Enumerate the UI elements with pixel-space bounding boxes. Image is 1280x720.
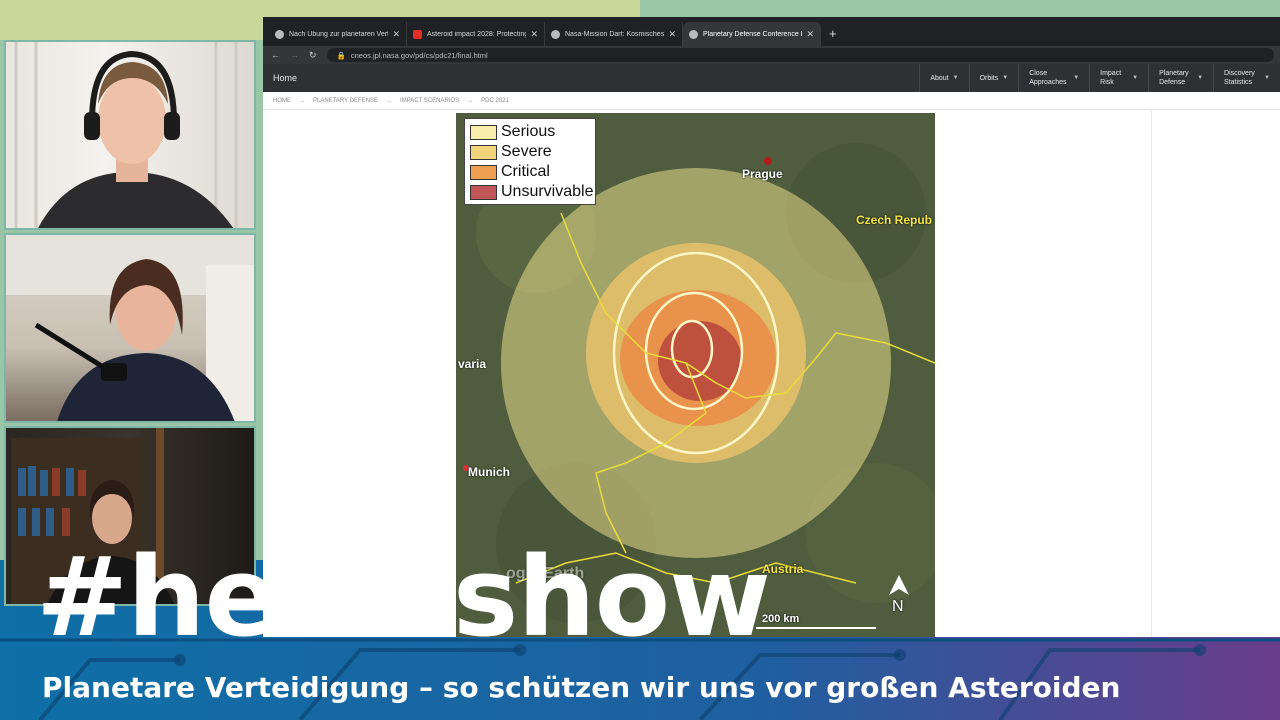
- site-navbar: Home About ▼ Orbits ▼ Close Approaches ▼ Im…: [263, 64, 1280, 92]
- tab-1[interactable]: Nach Übung zur planetaren Vert ✕: [269, 22, 407, 46]
- breadcrumb: HOME → PLANETARY DEFENSE → IMPACT SCENARIO…: [263, 92, 1280, 110]
- map-label-munich: Munich: [468, 465, 510, 479]
- webcam-host-1: [4, 40, 256, 230]
- legend-swatch: [470, 184, 497, 200]
- legend-label: Unsurvivable: [501, 183, 594, 200]
- breadcrumb-item[interactable]: PLANETARY DEFENSE: [313, 98, 378, 104]
- legend-label: Critical: [501, 163, 550, 180]
- show-headline: #heiseshow: [36, 533, 771, 661]
- nav-label: Discovery Statistics: [1224, 70, 1255, 86]
- nav-label: Close Approaches: [1029, 70, 1067, 86]
- globe-icon: [551, 29, 560, 39]
- breadcrumb-separator: →: [386, 97, 393, 104]
- legend-item: Severe: [470, 142, 590, 162]
- new-tab-button[interactable]: +: [821, 26, 845, 46]
- url-text: cneos.jpl.nasa.gov/pd/cs/pdc21/final.htm…: [350, 50, 488, 60]
- close-tab-icon[interactable]: ✕: [392, 29, 400, 40]
- legend-item: Unsurvivable: [470, 182, 594, 202]
- breadcrumb-item: PDC 2021: [481, 97, 509, 104]
- breadcrumb-separator: →: [467, 97, 474, 104]
- nav-label: Orbits: [979, 74, 999, 82]
- reload-icon[interactable]: ↻: [309, 50, 317, 61]
- address-bar[interactable]: 🔒 cneos.jpl.nasa.gov/pd/cs/pdc21/final.h…: [326, 48, 1274, 62]
- forward-icon[interactable]: →: [290, 50, 299, 60]
- back-icon[interactable]: ←: [271, 50, 280, 60]
- map-label-czech: Czech Repub: [856, 213, 933, 227]
- nav-orbits[interactable]: Orbits ▼: [968, 64, 1019, 92]
- nav-label: Planetary Defense: [1159, 70, 1189, 86]
- webcam-host-2: [4, 233, 256, 423]
- show-subtitle: Planetare Verteidigung – so schützen wir…: [42, 671, 1121, 704]
- legend-swatch: [470, 164, 497, 180]
- nav-label: About: [930, 74, 949, 82]
- lock-icon: 🔒: [336, 50, 346, 60]
- youtube-icon: [413, 29, 422, 39]
- nav-close-approaches[interactable]: Close Approaches ▼: [1018, 64, 1089, 92]
- tab-title: Planetary Defense Conference Ex: [703, 30, 803, 38]
- breadcrumb-item[interactable]: HOME: [273, 98, 291, 104]
- caret-down-icon: ▼: [1132, 74, 1139, 81]
- close-tab-icon[interactable]: ✕: [668, 29, 676, 40]
- nav-impact-risk[interactable]: Impact Risk ▼: [1089, 64, 1148, 92]
- tab-4[interactable]: Planetary Defense Conference Ex ✕: [683, 22, 821, 46]
- tab-bar: Nach Übung zur planetaren Vert ✕ Asteroi…: [263, 17, 1280, 46]
- map-label-bavaria: varia: [458, 357, 487, 371]
- tab-3[interactable]: Nasa-Mission Dart: Kosmisches B ✕: [545, 22, 683, 46]
- home-link[interactable]: Home: [273, 73, 919, 83]
- legend-item: Serious: [470, 122, 590, 142]
- tab-2[interactable]: Asteroid impact 2028: Protecting ✕: [407, 22, 545, 46]
- breadcrumb-item[interactable]: IMPACT SCENARIOS: [400, 98, 459, 104]
- close-tab-icon[interactable]: ✕: [806, 29, 814, 40]
- tab-title: Asteroid impact 2028: Protecting: [427, 30, 527, 38]
- legend-swatch: [470, 144, 497, 160]
- globe-icon: [689, 29, 698, 39]
- nav-about[interactable]: About ▼: [919, 64, 968, 92]
- person-microphone-image: [6, 235, 254, 421]
- breadcrumb-separator: →: [299, 97, 305, 104]
- globe-icon: [275, 29, 284, 39]
- legend-label: Severe: [501, 143, 552, 160]
- nav-discovery-statistics[interactable]: Discovery Statistics ▼: [1213, 64, 1280, 92]
- legend-label: Serious: [501, 123, 556, 140]
- legend-item: Critical: [470, 162, 590, 182]
- legend-swatch: [470, 124, 497, 140]
- north-label: N: [892, 598, 904, 615]
- caret-down-icon: ▼: [952, 74, 959, 81]
- nav-label: Impact Risk: [1100, 70, 1122, 86]
- map-label-prague: Prague: [742, 167, 783, 181]
- map-legend: Serious Severe Critical Unsurvivable: [464, 118, 596, 205]
- caret-down-icon: ▼: [1002, 74, 1009, 81]
- tab-title: Nach Übung zur planetaren Vert: [289, 30, 389, 38]
- person-headphones-image: [14, 42, 238, 228]
- tab-title: Nasa-Mission Dart: Kosmisches B: [565, 30, 665, 38]
- caret-down-icon: ▼: [1073, 74, 1080, 81]
- caret-down-icon: ▼: [1264, 74, 1270, 81]
- sidebar-divider: [1151, 110, 1152, 637]
- caret-down-icon: ▼: [1197, 74, 1204, 81]
- address-toolbar: ← → ↻ 🔒 cneos.jpl.nasa.gov/pd/cs/pdc21/f…: [263, 46, 1280, 64]
- close-tab-icon[interactable]: ✕: [530, 29, 538, 40]
- nav-planetary-defense[interactable]: Planetary Defense ▼: [1148, 64, 1213, 92]
